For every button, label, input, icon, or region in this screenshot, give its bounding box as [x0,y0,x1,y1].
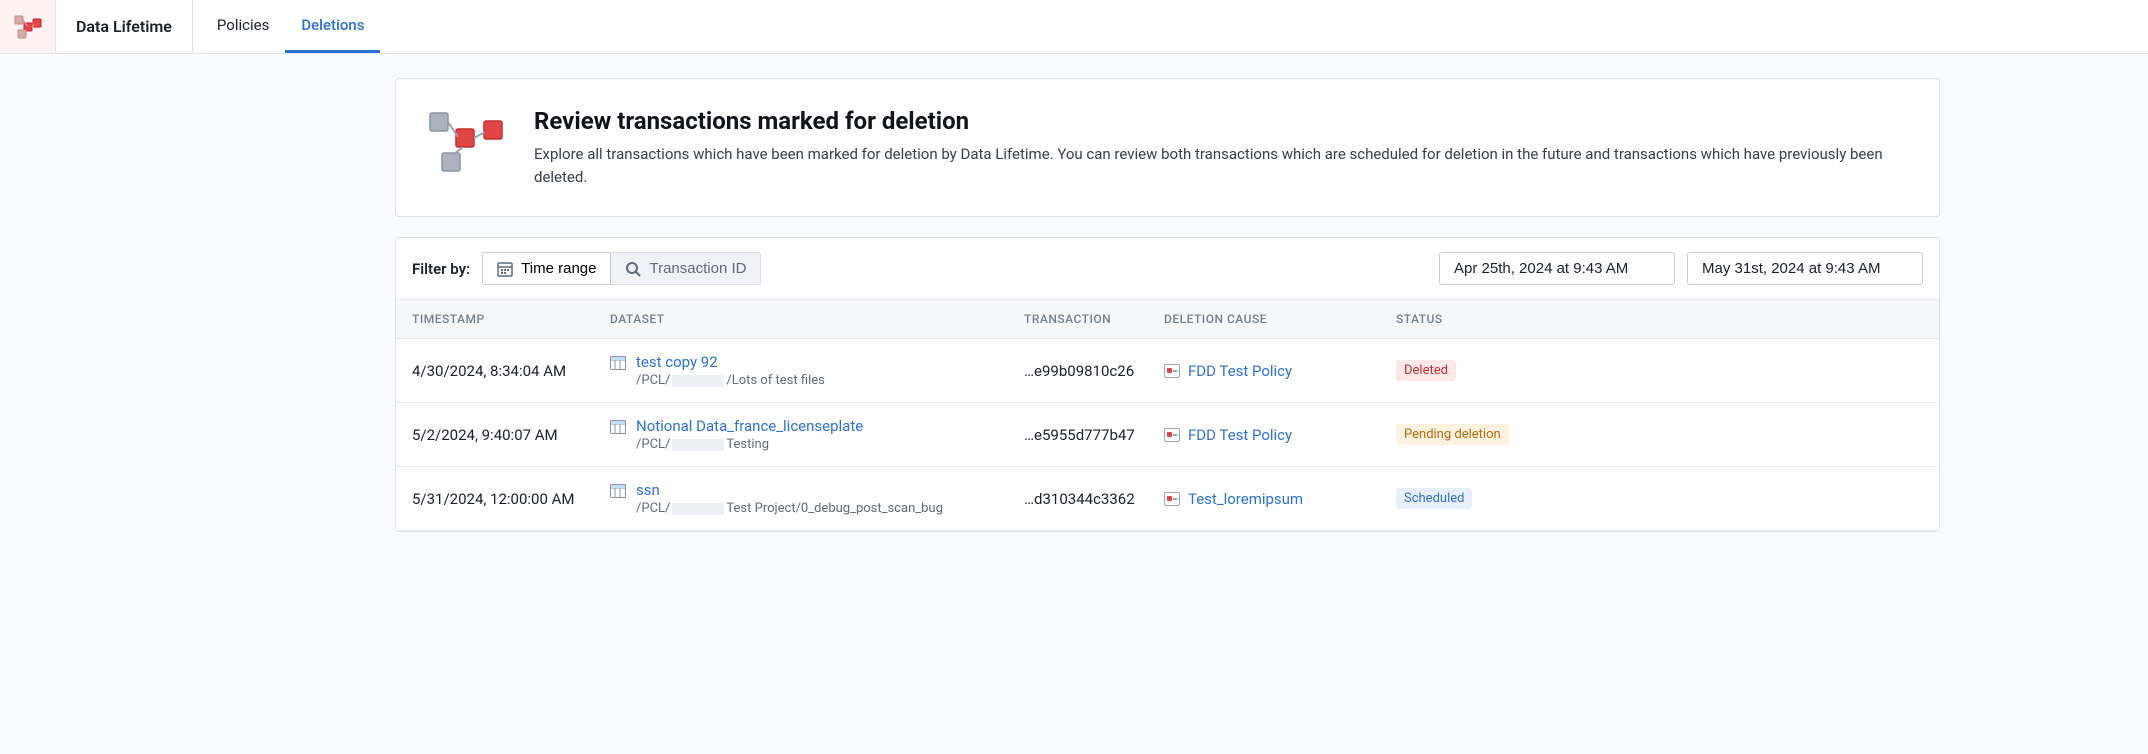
table-header-row: TIMESTAMP DATASET TRANSACTION DELETION C… [396,299,1939,339]
dataset-icon [610,484,626,498]
filter-time-range-button[interactable]: Time range [482,252,611,285]
col-timestamp: TIMESTAMP [412,312,610,326]
top-nav: Data Lifetime Policies Deletions [0,0,2148,54]
redacted-segment [672,375,724,387]
dataset-link[interactable]: test copy 92 [636,353,718,371]
header-icon [428,107,506,188]
cell-timestamp: 5/31/2024, 12:00:00 AM [412,490,610,508]
cell-status: Scheduled [1396,488,1536,509]
table-row: 4/30/2024, 8:34:04 AM test copy 92 /PCL/… [396,339,1939,403]
dataset-link[interactable]: Notional Data_france_licenseplate [636,417,863,435]
cell-dataset: test copy 92 /PCL//Lots of test files [610,353,1024,388]
policy-icon [1164,364,1180,378]
date-from-input[interactable] [1439,252,1675,285]
app-title: Data Lifetime [56,0,193,53]
data-lifetime-icon [14,15,42,39]
filter-bar: Filter by: Time range Transaction ID [396,238,1939,299]
cell-deletion-cause: FDD Test Policy [1164,362,1396,380]
tab-deletions[interactable]: Deletions [285,0,380,53]
dataset-icon [610,356,626,370]
cell-dataset: ssn /PCL/Test Project/0_debug_post_scan_… [610,481,1024,516]
dataset-path: /PCL/Testing [636,437,863,452]
table-row: 5/2/2024, 9:40:07 AM Notional Data_franc… [396,403,1939,467]
table-row: 5/31/2024, 12:00:00 AM ssn /PCL/Test Pro… [396,467,1939,531]
filter-option-label: Transaction ID [649,260,746,277]
page-description: Explore all transactions which have been… [534,143,1907,188]
dataset-path: /PCL/Test Project/0_debug_post_scan_bug [636,501,943,516]
page-title: Review transactions marked for deletion [534,107,1907,135]
dataset-icon [610,420,626,434]
cell-dataset: Notional Data_france_licenseplate /PCL/T… [610,417,1024,452]
status-badge: Deleted [1396,360,1456,381]
cell-timestamp: 4/30/2024, 8:34:04 AM [412,362,610,380]
app-logo[interactable] [0,0,56,53]
filter-option-label: Time range [521,260,596,277]
policy-icon [1164,428,1180,442]
dataset-link[interactable]: ssn [636,481,660,499]
col-dataset: DATASET [610,312,1024,326]
filter-toggle-group: Time range Transaction ID [482,252,761,285]
cell-transaction: …e99b09810c26 [1024,362,1164,380]
cell-transaction: …d310344c3362 [1024,490,1164,508]
page-header-card: Review transactions marked for deletion … [395,78,1940,217]
cell-deletion-cause: Test_loremipsum [1164,490,1396,508]
deletions-table-card: Filter by: Time range Transaction ID TIM… [395,237,1940,532]
filter-transaction-id-button[interactable]: Transaction ID [611,252,761,285]
cell-status: Deleted [1396,360,1536,381]
col-transaction: TRANSACTION [1024,312,1164,326]
date-to-input[interactable] [1687,252,1923,285]
filter-label: Filter by: [412,260,470,278]
dataset-path: /PCL//Lots of test files [636,373,825,388]
nav-tabs: Policies Deletions [193,0,381,53]
cell-deletion-cause: FDD Test Policy [1164,426,1396,444]
policy-icon [1164,492,1180,506]
policy-link[interactable]: FDD Test Policy [1188,426,1292,444]
status-badge: Pending deletion [1396,424,1509,445]
redacted-segment [672,503,724,515]
policy-link[interactable]: FDD Test Policy [1188,362,1292,380]
cell-transaction: …e5955d777b47 [1024,426,1164,444]
policy-link[interactable]: Test_loremipsum [1188,490,1303,508]
col-status: STATUS [1396,312,1536,326]
cell-status: Pending deletion [1396,424,1536,445]
status-badge: Scheduled [1396,488,1472,509]
calendar-icon [497,261,513,277]
tab-policies[interactable]: Policies [201,0,285,53]
cell-timestamp: 5/2/2024, 9:40:07 AM [412,426,610,444]
search-icon [625,261,641,277]
redacted-segment [672,439,724,451]
col-deletion-cause: DELETION CAUSE [1164,312,1396,326]
